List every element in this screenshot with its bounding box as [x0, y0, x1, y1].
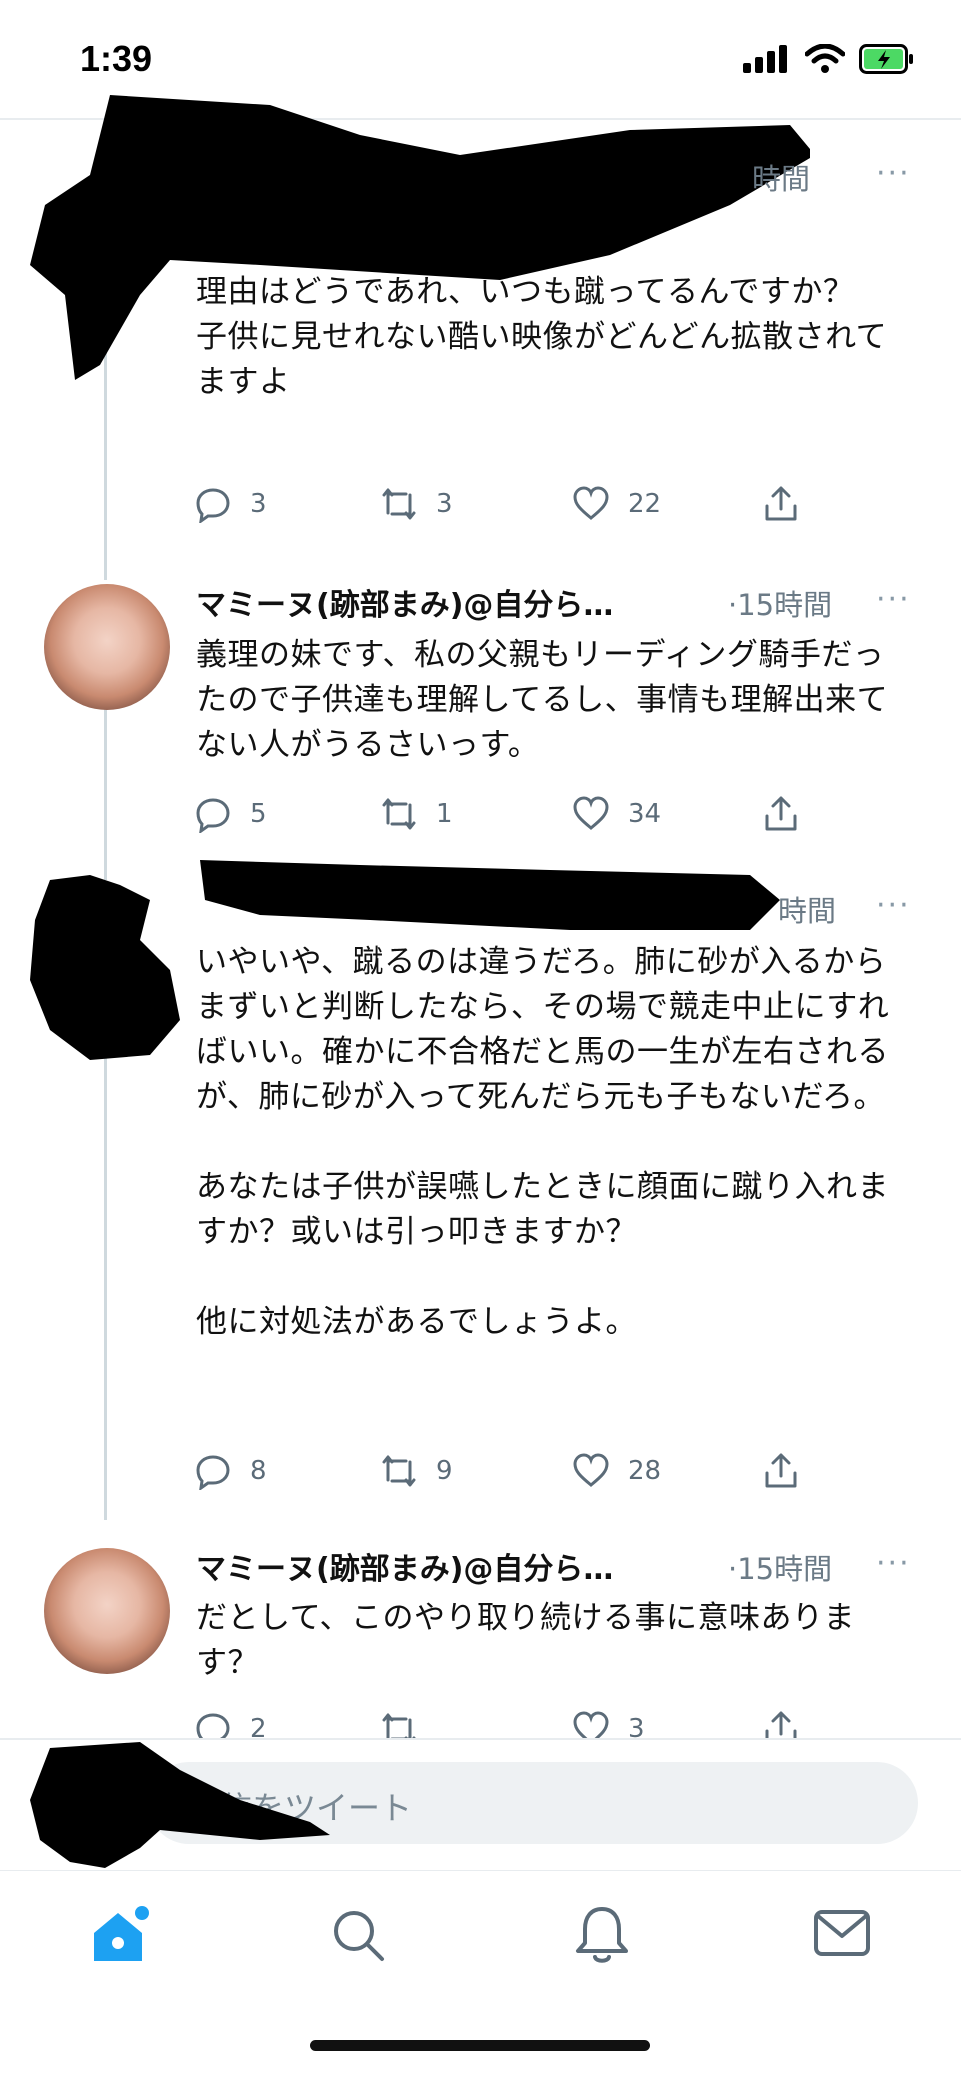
share-icon	[765, 1711, 797, 1738]
battery-charging-icon	[859, 44, 913, 74]
tab-bar-divider	[0, 1870, 961, 1871]
like-button[interactable]: 34	[572, 795, 661, 833]
share-button[interactable]	[762, 1710, 800, 1738]
avatar[interactable]	[44, 1548, 170, 1674]
more-options-button[interactable]: ···	[876, 888, 911, 923]
tweet-time: ·15時間	[728, 1552, 833, 1586]
author-name[interactable]: マミーヌ(跡部まみ)@自分ら…	[196, 1544, 613, 1588]
retweet-icon	[382, 1713, 416, 1738]
tab-notifications[interactable]	[572, 1903, 632, 1971]
avatar[interactable]	[44, 584, 170, 710]
retweet-count: 1	[436, 799, 453, 829]
more-options-button[interactable]: ···	[876, 582, 911, 617]
retweet-icon	[382, 798, 416, 830]
tweet-text: だとして、このやり取り続ける事に意味あります？	[196, 1600, 856, 1681]
share-button[interactable]	[762, 795, 800, 833]
tab-home[interactable]	[86, 1903, 150, 1971]
retweet-icon	[382, 1455, 416, 1487]
author-name[interactable]: マミーヌ(跡部まみ)@自分ら…	[196, 580, 613, 624]
like-count: 3	[628, 1714, 645, 1738]
retweet-count: 3	[436, 489, 453, 519]
share-icon	[765, 486, 797, 521]
like-count: 34	[628, 799, 662, 829]
notifications-icon	[576, 1907, 628, 1963]
retweet-button[interactable]: 1	[380, 795, 453, 833]
tweet-text: 義理の妹です、私の父親もリーディング騎手だったので子供達も理解してるし、事情も理…	[196, 637, 889, 763]
like-count: 28	[628, 1456, 662, 1486]
tweet-text: いやいや、蹴るのは違うだろ。肺に砂が入るからまずいと判断したなら、その場で競走中…	[196, 944, 890, 1340]
more-options-button[interactable]: ···	[876, 1546, 911, 1581]
like-count: 22	[628, 489, 662, 519]
share-button[interactable]	[762, 1452, 800, 1490]
heart-icon	[573, 486, 609, 520]
reply-count: 3	[250, 489, 267, 519]
share-button[interactable]	[762, 485, 800, 523]
redaction-mark	[30, 1742, 330, 1868]
reply-count: 8	[250, 1456, 267, 1486]
heart-icon	[573, 1453, 609, 1487]
retweet-icon	[382, 488, 416, 520]
reply-count: 5	[250, 799, 267, 829]
messages-icon	[814, 1910, 870, 1956]
tweet-text: 理由はどうであれ、いつも蹴ってるんですか？ 子供に見せれない酷い映像がどんどん拡…	[196, 274, 888, 400]
share-icon	[765, 1453, 797, 1488]
retweet-button[interactable]	[380, 1710, 436, 1738]
like-button[interactable]: 22	[572, 485, 661, 523]
more-options-button[interactable]: ···	[876, 156, 911, 191]
reply-button[interactable]: 8	[194, 1452, 267, 1490]
reply-icon	[196, 1455, 230, 1490]
signal-icon	[743, 45, 787, 73]
reply-count: 2	[250, 1714, 267, 1738]
tweet-actions-clipped: 2 3	[0, 1710, 961, 1738]
reply-icon	[196, 798, 230, 833]
reply-button[interactable]: 5	[194, 795, 267, 833]
like-button[interactable]: 3	[572, 1710, 645, 1738]
status-time: 1:39	[80, 38, 153, 79]
search-icon	[334, 1911, 384, 1961]
reply-icon	[196, 488, 230, 523]
retweet-button[interactable]: 9	[380, 1452, 453, 1490]
tweet-time: ·15時間	[728, 588, 833, 622]
reply-button[interactable]: 2	[194, 1710, 267, 1738]
home-icon	[94, 1906, 149, 1961]
heart-icon	[573, 1711, 609, 1738]
tweet-time: 時間	[778, 894, 837, 928]
like-button[interactable]: 28	[572, 1452, 661, 1490]
wifi-icon	[805, 44, 845, 73]
thread-line	[104, 1000, 107, 1520]
tweet-time: 時間	[752, 162, 811, 196]
reply-icon	[196, 1713, 230, 1738]
share-icon	[765, 796, 797, 831]
retweet-button[interactable]: 3	[380, 485, 453, 523]
retweet-count: 9	[436, 1456, 453, 1486]
reply-button[interactable]: 3	[194, 485, 267, 523]
tab-messages[interactable]	[812, 1908, 872, 1964]
home-indicator	[310, 2040, 650, 2051]
thread-line	[104, 700, 107, 880]
tab-search[interactable]	[328, 1905, 388, 1969]
heart-icon	[573, 796, 609, 830]
status-icons	[743, 44, 915, 74]
